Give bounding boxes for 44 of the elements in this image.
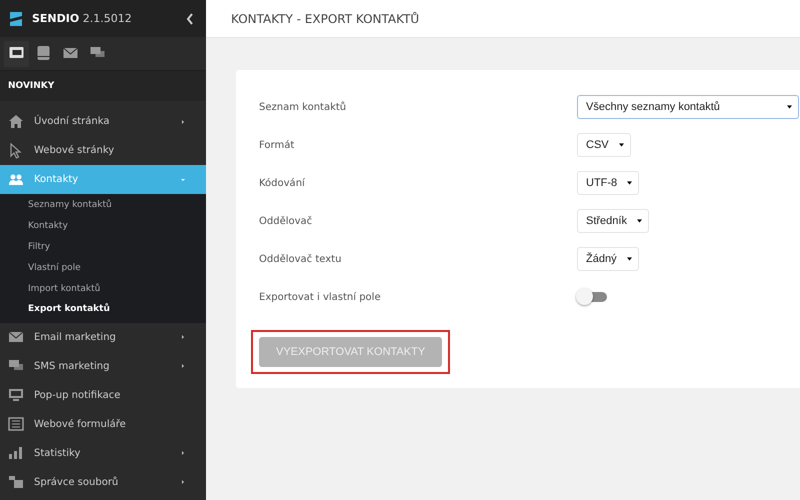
field-label: Exportovat i vlastní pole xyxy=(259,292,382,302)
submenu-item[interactable]: Kontakty xyxy=(0,216,206,237)
field-label: Kódování xyxy=(259,178,306,188)
sidebar-tab[interactable] xyxy=(4,40,29,66)
menu-item[interactable]: Správce souborů xyxy=(0,468,206,497)
cursor-icon xyxy=(8,142,24,158)
dropdown[interactable]: Všechny seznamy kontaktů xyxy=(577,95,799,119)
dropdown[interactable]: UTF-8 xyxy=(577,171,640,195)
field-label: Oddělovač xyxy=(259,216,314,226)
caret-down-icon xyxy=(618,143,624,147)
home-icon xyxy=(8,114,24,130)
caret-down-icon xyxy=(787,105,792,109)
logo-icon xyxy=(8,10,24,28)
page-title: KONTAKTY - EXPORT KONTAKTŮ xyxy=(231,12,420,26)
people-icon xyxy=(8,172,24,188)
menu-item[interactable]: Pop-up notifikace xyxy=(0,380,206,410)
menu-item[interactable]: Webové stránky xyxy=(0,136,206,165)
menu-item[interactable]: Úvodní stránka xyxy=(0,107,206,136)
dropdown[interactable]: Žádný xyxy=(577,247,639,271)
menu-item[interactable]: SMS marketing xyxy=(0,352,206,381)
app-name: SENDIO 2.1.5012 xyxy=(32,12,133,25)
field-label: Formát xyxy=(259,140,296,150)
caret-down-icon xyxy=(636,219,642,223)
submenu-item[interactable]: Vlastní pole xyxy=(0,257,206,278)
monitor-icon xyxy=(8,387,24,404)
field-label: Seznam kontaktů xyxy=(259,102,348,112)
dropdown[interactable]: Středník xyxy=(577,209,649,233)
menu-item[interactable]: Statistiky xyxy=(0,438,206,468)
collapse-icon[interactable] xyxy=(186,12,194,24)
caret-down-icon xyxy=(626,257,632,261)
caret-down-icon xyxy=(627,181,632,185)
field-label: Oddělovač textu xyxy=(259,254,342,264)
drive-icon xyxy=(35,44,52,60)
dropdown[interactable]: CSV xyxy=(577,133,631,157)
submenu-item[interactable]: Import kontaktů xyxy=(0,278,206,299)
screen-icon xyxy=(8,44,25,60)
submenu-item[interactable]: Filtry xyxy=(0,236,206,258)
form-icon xyxy=(8,416,24,432)
section-heading: NOVINKY xyxy=(0,71,206,101)
submenu-item[interactable]: Seznamy kontaktů xyxy=(0,195,206,216)
bar-chart-icon xyxy=(8,445,24,462)
submenu-item[interactable]: Export kontaktů xyxy=(0,298,206,320)
menu-item[interactable]: Webové formuláře xyxy=(0,410,206,439)
menu-item[interactable]: Email marketing xyxy=(0,322,206,352)
